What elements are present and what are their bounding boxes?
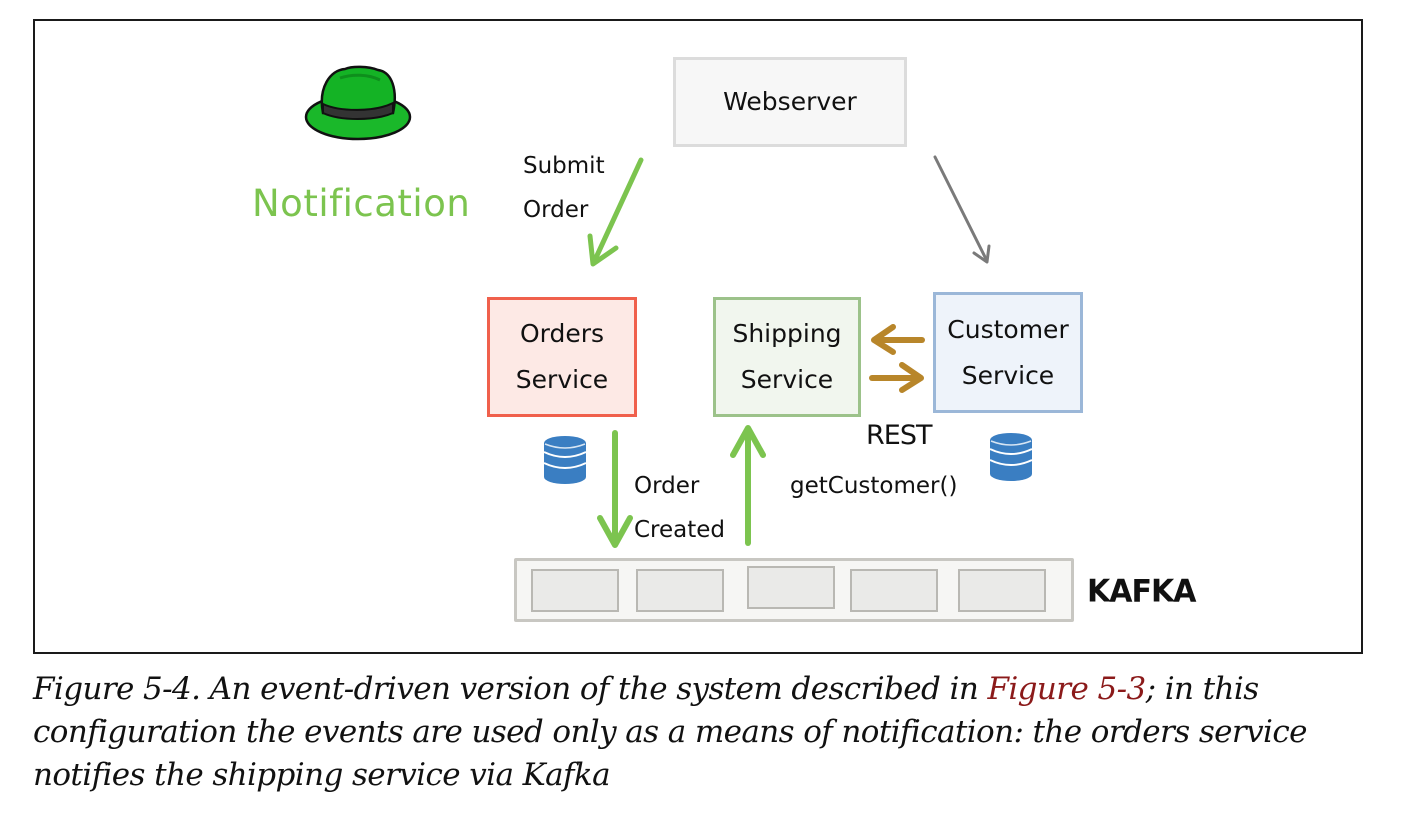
kafka-label: KAFKA [1087, 573, 1196, 610]
customer-database-icon [989, 433, 1033, 481]
shipping-label-line2: Service [740, 365, 834, 394]
kafka-message-slot [958, 569, 1046, 612]
webserver-node: Webserver [673, 57, 907, 147]
kafka-message-slot [850, 569, 938, 612]
order-created-arrow [597, 430, 633, 548]
submit-order-label-line1: Submit [523, 153, 605, 179]
caption-prefix: Figure 5-4. An event-driven version of t… [33, 671, 988, 707]
submit-order-label: Submit Order [523, 144, 605, 232]
rest-request-arrow [869, 362, 924, 393]
customer-label-line2: Service [961, 360, 1055, 390]
orders-label-line2: Service [515, 365, 609, 394]
order-created-label: Order Created [634, 464, 725, 552]
orders-label-line1: Orders [519, 319, 605, 348]
figure-caption: Figure 5-4. An event-driven version of t… [33, 668, 1393, 797]
webserver-to-customer-arrow [933, 155, 991, 264]
green-fedora-hat-icon [304, 65, 412, 141]
figure-reference-link[interactable]: Figure 5-3 [987, 671, 1146, 707]
webserver-label: Webserver [723, 87, 857, 116]
kafka-message-slot [747, 566, 835, 609]
rest-call-label: getCustomer() [790, 473, 958, 499]
orders-service-node: Orders Service [487, 297, 637, 417]
rest-response-arrow [871, 324, 925, 355]
kafka-to-shipping-arrow [730, 425, 766, 546]
shipping-service-node: Shipping Service [713, 297, 861, 417]
kafka-topic [514, 558, 1074, 622]
order-created-label-line1: Order [634, 473, 700, 499]
rest-label: REST [866, 420, 932, 451]
orders-database-icon [543, 436, 587, 484]
shipping-label-line1: Shipping [732, 319, 842, 348]
pattern-label: Notification [252, 182, 471, 225]
kafka-message-slot [531, 569, 619, 612]
customer-service-node: Customer Service [933, 292, 1083, 413]
order-created-label-line2: Created [634, 517, 726, 543]
kafka-message-slot [636, 569, 724, 612]
submit-order-label-line2: Order [523, 197, 589, 223]
customer-label-line1: Customer [947, 314, 1069, 344]
